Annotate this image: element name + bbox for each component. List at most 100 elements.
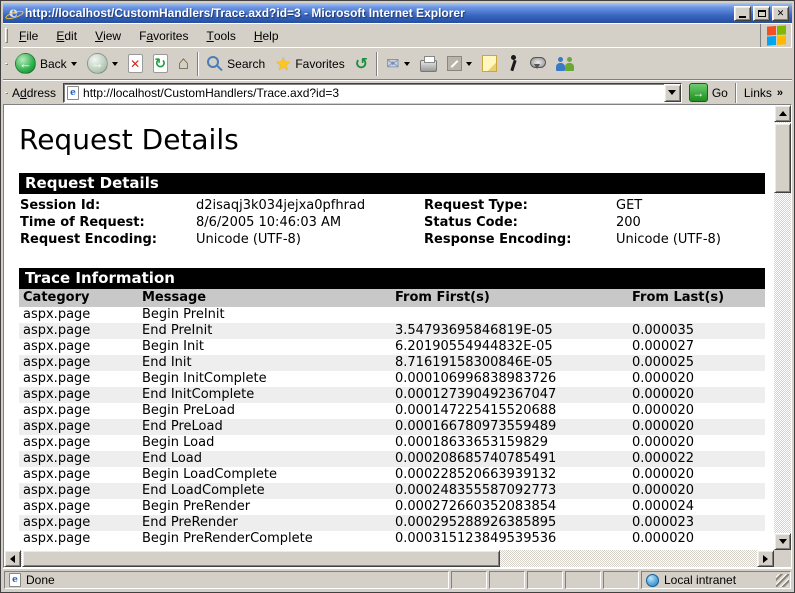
links-bar[interactable]: Links »: [735, 83, 789, 103]
trace-row: aspx.pageEnd LoadComplete0.0002483555870…: [19, 483, 765, 499]
trace-table-header: CategoryMessageFrom First(s)From Last(s): [19, 289, 765, 307]
resize-grip[interactable]: [776, 574, 789, 587]
trace-table: aspx.pageBegin PreInit aspx.pageEnd PreI…: [19, 307, 765, 547]
column-header: From Last(s): [632, 289, 765, 307]
trace-row: aspx.pageBegin Load0.000186336531598290.…: [19, 435, 765, 451]
links-chevron-icon: »: [777, 87, 783, 99]
trace-row: aspx.pageBegin LoadComplete0.00022852066…: [19, 467, 765, 483]
menu-drag-handle[interactable]: [5, 28, 8, 43]
minimize-button[interactable]: [734, 6, 751, 21]
fullscreen-button[interactable]: [442, 49, 477, 79]
links-label: Links: [744, 86, 772, 100]
toolbar-drag-handle[interactable]: [5, 63, 8, 65]
arrow-right-icon: [763, 555, 768, 563]
intranet-globe-icon: [646, 574, 659, 587]
title-bar[interactable]: e http://localhost/CustomHandlers/Trace.…: [3, 3, 792, 23]
resize-icon: [447, 56, 462, 71]
request-details-row: Request Encoding:Unicode (UTF-8)Response…: [20, 231, 765, 248]
messenger-button[interactable]: [551, 49, 581, 79]
minimize-icon: [739, 16, 746, 18]
trace-row: aspx.pageBegin InitComplete0.00010699683…: [19, 371, 765, 387]
history-button[interactable]: ↺: [350, 49, 373, 79]
menu-item[interactable]: Tools: [197, 24, 244, 47]
arrow-down-icon: [779, 539, 787, 544]
request-details-table: Session Id:d2isaqj3k034jejxa0pfhradReque…: [17, 197, 765, 248]
go-icon: →: [689, 83, 708, 102]
go-label: Go: [712, 86, 728, 100]
horizontal-scrollbar[interactable]: [4, 550, 774, 567]
history-icon: ↺: [355, 54, 368, 74]
favorites-button[interactable]: ★ Favorites: [270, 49, 350, 79]
scroll-up-button[interactable]: [774, 105, 791, 122]
browser-window: e http://localhost/CustomHandlers/Trace.…: [0, 0, 795, 593]
back-label: Back: [40, 57, 67, 71]
vertical-scrollbar[interactable]: [774, 105, 791, 550]
column-header: Message: [142, 289, 395, 307]
status-panel-empty: [565, 571, 601, 589]
stop-icon: ✕: [128, 54, 143, 73]
trace-row: aspx.pageEnd Init8.71619158300846E-050.0…: [19, 355, 765, 371]
status-panel-empty: [451, 571, 487, 589]
mail-button[interactable]: ✉: [381, 49, 414, 79]
back-button[interactable]: ← Back: [10, 49, 82, 79]
home-button[interactable]: ⌂: [173, 49, 194, 79]
status-panel: e Done: [4, 571, 449, 589]
discuss-button[interactable]: [525, 49, 551, 79]
vertical-scrollbar-thumb[interactable]: [774, 123, 791, 193]
status-text: Done: [26, 573, 55, 587]
ie-logo-icon: e: [6, 6, 21, 21]
favorites-star-icon: ★: [275, 55, 291, 73]
scroll-down-button[interactable]: [774, 533, 791, 550]
request-details-row: Time of Request:8/6/2005 10:46:03 AMStat…: [20, 214, 765, 231]
page-icon: e: [67, 86, 79, 100]
menu-item[interactable]: Edit: [47, 24, 86, 47]
maximize-icon: [758, 10, 766, 17]
request-details-section-header: Request Details: [19, 173, 765, 194]
address-input-box: e: [63, 83, 682, 103]
close-button[interactable]: ✕: [772, 6, 789, 21]
menu-item[interactable]: Help: [245, 24, 288, 47]
browser-viewport: Request Details Request Details Session …: [3, 104, 792, 568]
address-drag-handle[interactable]: [5, 92, 8, 94]
scroll-left-button[interactable]: [4, 550, 21, 567]
trace-row: aspx.pageEnd PreRender0.0002952889263858…: [19, 515, 765, 531]
column-header: From First(s): [395, 289, 632, 307]
speech-bubble-icon: [530, 57, 546, 68]
trace-row: aspx.pageBegin Init6.20190554944832E-050…: [19, 339, 765, 355]
sticky-note-button[interactable]: [477, 49, 502, 79]
address-label: Address: [10, 86, 63, 100]
status-panel-empty: [527, 571, 563, 589]
windows-logo-icon: [760, 24, 792, 47]
request-details-row: Session Id:d2isaqj3k034jejxa0pfhradReque…: [20, 197, 765, 214]
sticky-note-icon: [482, 55, 497, 72]
status-panel-empty: [489, 571, 525, 589]
security-zone-label: Local intranet: [664, 573, 736, 587]
scroll-right-button[interactable]: [757, 550, 774, 567]
running-man-icon: [507, 55, 520, 73]
toolbar-separator: [197, 52, 199, 76]
forward-button[interactable]: →: [82, 49, 123, 79]
horizontal-scrollbar-thumb[interactable]: [22, 550, 500, 567]
trace-row: aspx.pageEnd Load0.0002086857407854910.0…: [19, 451, 765, 467]
print-button[interactable]: [415, 49, 442, 79]
menu-item[interactable]: File: [10, 24, 47, 47]
address-dropdown-button[interactable]: [664, 84, 681, 102]
trace-row: aspx.pageEnd PreInit3.54793695846819E-05…: [19, 323, 765, 339]
trace-page: Request Details Request Details Session …: [4, 105, 774, 550]
menu-item[interactable]: View: [86, 24, 130, 47]
search-label: Search: [227, 57, 265, 71]
chevron-down-icon: [668, 90, 676, 95]
trace-information-section: Trace Information CategoryMessageFrom Fi…: [17, 268, 765, 547]
search-button[interactable]: Search: [202, 49, 270, 79]
menu-item[interactable]: Favorites: [130, 24, 197, 47]
stop-button[interactable]: ✕: [123, 49, 148, 79]
trace-row: aspx.pageEnd PreLoad0.000166780973559489…: [19, 419, 765, 435]
refresh-button[interactable]: ↻: [148, 49, 173, 79]
maximize-button[interactable]: [753, 6, 770, 21]
security-zone-panel: Local intranet: [641, 571, 791, 589]
research-button[interactable]: [502, 49, 525, 79]
address-input[interactable]: [83, 84, 660, 102]
column-header: Category: [23, 289, 142, 307]
back-dropdown-icon: [71, 62, 77, 66]
go-button[interactable]: → Go: [682, 83, 735, 102]
